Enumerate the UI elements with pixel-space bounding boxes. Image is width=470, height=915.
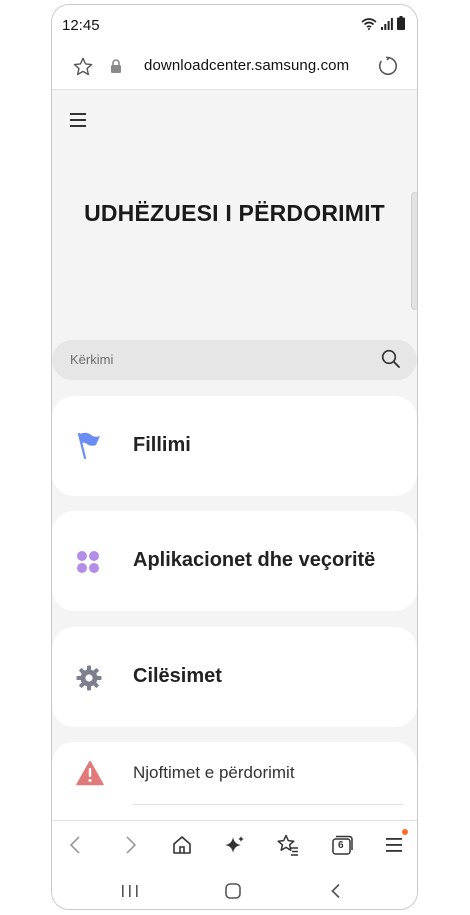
flag-icon	[77, 432, 100, 460]
menu-card-apps[interactable]: Aplikacionet dhe veçoritë	[52, 511, 417, 611]
lock-icon	[111, 59, 121, 73]
scrollbar[interactable]	[411, 192, 417, 310]
gear-icon	[76, 665, 102, 691]
menu-card-label: Fillimi	[133, 434, 191, 456]
recent-apps-icon[interactable]	[120, 883, 140, 899]
home-button-icon[interactable]	[224, 883, 242, 899]
status-bar: 12:45	[52, 5, 417, 45]
menu-card-label: Cilësimet	[133, 665, 222, 687]
battery-icon	[397, 16, 405, 30]
signal-icon	[381, 18, 393, 30]
web-page-content: UDHËZUESI I PËRDORIMIT Kërkimi Fillimi A…	[52, 90, 417, 852]
wifi-icon	[361, 18, 377, 30]
more-menu-icon[interactable]	[382, 833, 406, 857]
warning-icon	[76, 760, 104, 786]
search-placeholder: Kërkimi	[70, 352, 114, 367]
menu-card-settings[interactable]: Cilësimet	[52, 627, 417, 727]
menu-icon[interactable]	[70, 112, 88, 128]
status-icons	[361, 16, 405, 30]
page-title: UDHËZUESI I PËRDORIMIT	[84, 200, 385, 226]
bookmarks-icon[interactable]	[276, 833, 300, 857]
notification-dot	[402, 829, 408, 835]
tab-count: 6	[338, 840, 344, 851]
system-back-icon[interactable]	[328, 883, 344, 899]
forward-icon[interactable]	[118, 833, 142, 857]
menu-card-fillimi[interactable]: Fillimi	[52, 396, 417, 496]
menu-card-label: Njoftimet e përdorimit	[133, 763, 295, 782]
apps-dots-icon	[77, 551, 99, 573]
status-time: 12:45	[62, 17, 100, 34]
reload-icon[interactable]	[377, 55, 399, 77]
system-navigation-bar	[52, 873, 417, 909]
url-text[interactable]: downloadcenter.samsung.com	[144, 57, 349, 74]
back-icon[interactable]	[64, 833, 88, 857]
search-icon[interactable]	[381, 349, 401, 369]
phone-frame: 12:45 downloadcenter.samsung.com UDHËZUE…	[51, 4, 418, 910]
browser-toolbar: 6	[52, 820, 417, 909]
search-bar[interactable]: Kërkimi	[52, 340, 417, 380]
browser-address-bar: downloadcenter.samsung.com	[52, 45, 417, 90]
menu-card-label: Aplikacionet dhe veçoritë	[133, 549, 376, 571]
divider	[133, 804, 403, 805]
bookmark-star-icon[interactable]	[72, 56, 94, 78]
sparkle-icon[interactable]	[223, 833, 247, 857]
home-icon[interactable]	[170, 833, 194, 857]
